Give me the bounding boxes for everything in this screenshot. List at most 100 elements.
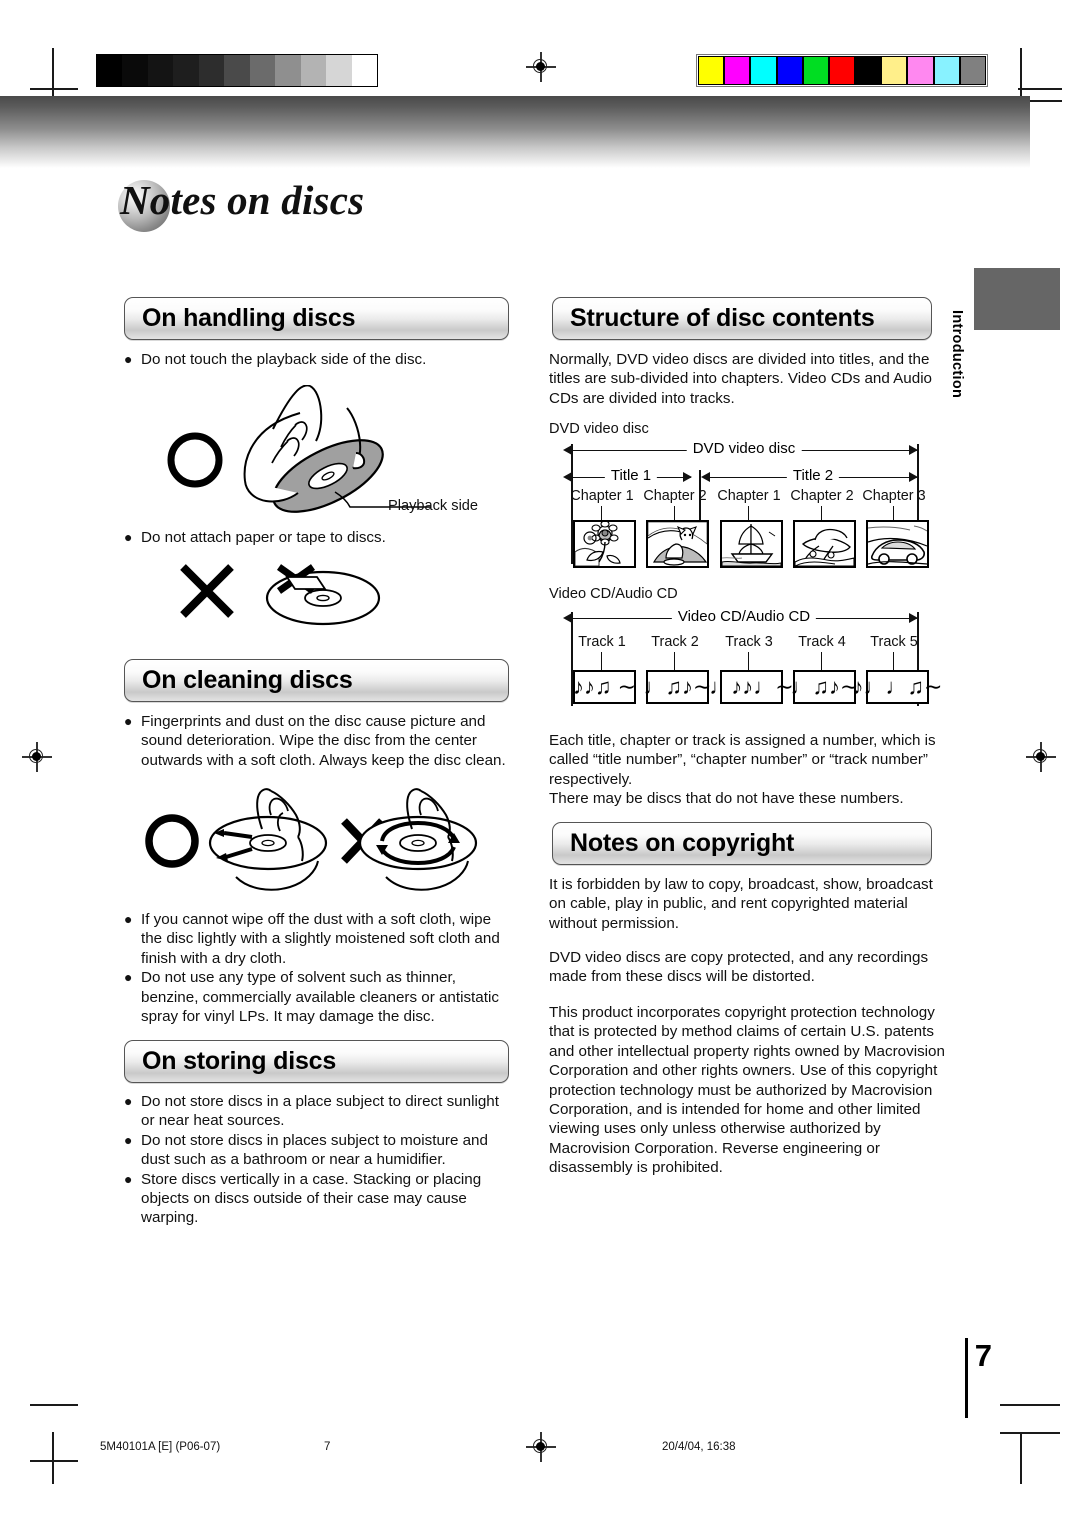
dvd-thumb-cat bbox=[646, 520, 709, 568]
cd-track-2-glyphs: ♩♫♪∼ bbox=[643, 674, 712, 699]
structure-outro-text: Each title, chapter or track is assigned… bbox=[549, 732, 936, 808]
color-swatch bbox=[724, 56, 751, 85]
dvd-t1-chapter-1-label: Chapter 1 bbox=[570, 488, 634, 504]
grayscale-step bbox=[300, 55, 327, 86]
cd-track-4-frame: ♩♫♪∼ bbox=[790, 670, 859, 704]
footer-page-number: 7 bbox=[324, 1441, 331, 1453]
registration-mark-left bbox=[22, 742, 52, 772]
footer-timestamp: 20/4/04, 16:38 bbox=[662, 1441, 736, 1453]
color-swatch bbox=[828, 56, 856, 85]
crop-mark-top-right-h bbox=[1018, 88, 1062, 90]
bullet-dot-icon bbox=[124, 528, 141, 547]
registration-mark-bottom bbox=[526, 1432, 556, 1462]
bullet-dot-icon bbox=[124, 910, 141, 968]
dvd-t2-chapter-1-label: Chapter 1 bbox=[717, 488, 781, 504]
color-swatch bbox=[881, 56, 908, 85]
copyright-paragraph-2: DVD video discs are copy protected, and … bbox=[549, 949, 929, 986]
color-swatch bbox=[907, 56, 934, 85]
grayscale-step bbox=[224, 55, 250, 86]
grayscale-step bbox=[97, 55, 123, 86]
list-item: Do not store discs in a place subject to… bbox=[124, 1092, 516, 1131]
dvd-t2-chapter-2-label: Chapter 2 bbox=[790, 488, 854, 504]
handling-bullet-2: Do not attach paper or tape to discs. bbox=[124, 528, 514, 547]
bullet-dot-icon bbox=[124, 712, 141, 770]
dvd-t1-chapter-2-label: Chapter 2 bbox=[643, 488, 707, 504]
grayscale-step bbox=[147, 55, 174, 86]
crop-mark-bottom-right-h2 bbox=[1000, 1432, 1060, 1434]
crop-mark-bottom-left-h bbox=[30, 1404, 78, 1406]
crop-mark-top-left-h bbox=[30, 88, 78, 90]
playback-side-callout: Playback side bbox=[388, 498, 479, 514]
copyright-paragraph-3: This product incorporates copyright prot… bbox=[549, 1004, 945, 1177]
cd-track-3-label: Track 3 bbox=[725, 634, 773, 650]
footer-doc-code: 5M40101A [E] (P06-07) bbox=[100, 1441, 221, 1453]
list-item: Do not use any type of solvent such as t… bbox=[124, 968, 516, 1026]
dvd-thumb-ship bbox=[720, 520, 783, 568]
cd-track-3-frame: ♩♪♪♩∼ bbox=[709, 670, 794, 704]
color-swatch bbox=[750, 56, 777, 85]
list-item: Do not store discs in places subject to … bbox=[124, 1131, 516, 1170]
page-number-rule bbox=[965, 1338, 969, 1418]
grayscale-step bbox=[198, 55, 225, 86]
color-swatch bbox=[855, 56, 882, 85]
heading-on-cleaning-discs-text: On cleaning discs bbox=[142, 666, 353, 694]
cd-track-2-frame: ♩♫♪∼ bbox=[643, 670, 712, 704]
cd-structure-diagram: Video CD/Audio CD Track 1 Track 2 Track … bbox=[549, 608, 942, 708]
grayscale-step bbox=[249, 55, 276, 86]
heading-structure-of-disc-contents: Structure of disc contents bbox=[552, 297, 932, 340]
cd-track-1-frame: ♪♪♫ ∼ bbox=[573, 670, 636, 704]
cd-track-5-label: Track 5 bbox=[870, 634, 918, 650]
page-title: Notes on discs bbox=[120, 177, 365, 223]
dvd-thumb-airplane bbox=[793, 520, 856, 568]
crop-mark-bottom-left-v bbox=[52, 1432, 54, 1484]
grayscale-step bbox=[326, 55, 352, 86]
grayscale-step bbox=[122, 55, 148, 86]
cd-track-2-label: Track 2 bbox=[651, 634, 699, 650]
bullet-dot-icon bbox=[124, 350, 141, 369]
dvd-thumb-car bbox=[866, 520, 929, 568]
list-item: If you cannot wipe off the dust with a s… bbox=[124, 910, 516, 968]
heading-on-storing-discs: On storing discs bbox=[124, 1040, 509, 1083]
heading-on-cleaning-discs: On cleaning discs bbox=[124, 659, 509, 702]
section-tab-label: Introduction bbox=[949, 310, 965, 399]
cleaning-bullet-1: Fingerprints and dust on the disc cause … bbox=[124, 712, 514, 770]
cd-track-5-glyphs: ♪♩♩♫∼ bbox=[852, 674, 943, 699]
dvd-t2-chapter-3-label: Chapter 3 bbox=[862, 488, 926, 504]
heading-structure-text: Structure of disc contents bbox=[570, 304, 875, 332]
dvd-thumb-flower bbox=[573, 520, 636, 568]
dvd-video-disc-caption: DVD video disc bbox=[549, 421, 649, 437]
heading-on-handling-discs: On handling discs bbox=[124, 297, 509, 340]
video-cd-audio-cd-caption: Video CD/Audio CD bbox=[549, 586, 678, 602]
color-swatch bbox=[959, 56, 986, 85]
color-swatch bbox=[933, 56, 960, 85]
cd-track-3-glyphs: ♩♪♪♩∼ bbox=[709, 674, 794, 699]
crop-mark-top-right-v bbox=[1020, 48, 1022, 100]
illustration-no-paper-on-disc bbox=[175, 555, 405, 635]
cd-track-5-frame: ♪♩♩♫∼ bbox=[853, 670, 942, 704]
dvd-title-1-label: Title 1 bbox=[604, 467, 658, 484]
registration-mark-right bbox=[1026, 742, 1056, 772]
color-swatch bbox=[802, 56, 829, 85]
illustration-wipe-disc-correct-incorrect bbox=[140, 785, 500, 903]
color-calibration-bar bbox=[696, 54, 988, 87]
heading-on-handling-discs-text: On handling discs bbox=[142, 304, 356, 332]
list-item: Store discs vertically in a case. Stacki… bbox=[124, 1170, 516, 1228]
color-swatch bbox=[698, 56, 725, 85]
cd-track-1-glyphs: ♪♪♫ ∼ bbox=[572, 674, 637, 699]
handling-bullet-1: Do not touch the playback side of the di… bbox=[124, 350, 514, 369]
bullet-dot-icon bbox=[124, 1170, 141, 1228]
header-gradient-band bbox=[0, 96, 1030, 168]
section-tab-block bbox=[974, 268, 1060, 330]
grayscale-step bbox=[275, 55, 301, 86]
heading-on-storing-discs-text: On storing discs bbox=[142, 1047, 337, 1075]
page-number: 7 bbox=[974, 1338, 992, 1373]
cd-track-4-glyphs: ♩♫♪∼ bbox=[790, 674, 859, 699]
dvd-title-2-label: Title 2 bbox=[786, 467, 840, 484]
grayscale-calibration-wedge bbox=[96, 54, 378, 87]
storing-bullets: Do not store discs in a place subject to… bbox=[124, 1092, 516, 1228]
crop-mark-top-left-v bbox=[52, 48, 54, 100]
cd-track-1-label: Track 1 bbox=[578, 634, 626, 650]
dvd-structure-diagram: DVD video disc Title 1 Title 2 Chapter 1… bbox=[549, 440, 939, 568]
cleaning-bullets-rest: If you cannot wipe off the dust with a s… bbox=[124, 910, 516, 1026]
bullet-dot-icon bbox=[124, 1131, 141, 1170]
